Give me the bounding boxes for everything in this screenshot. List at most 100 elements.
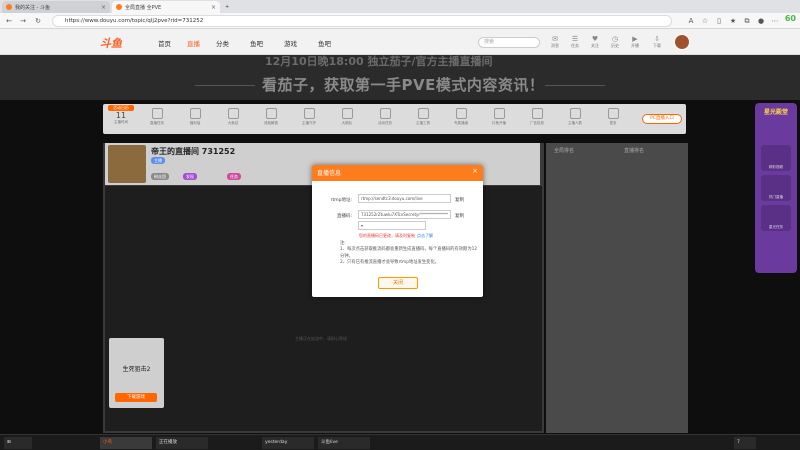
banner-divider [195, 85, 255, 86]
taskbar-item[interactable]: 斗鱼live [318, 437, 370, 449]
nav-yuba[interactable]: 鱼吧 [318, 38, 331, 48]
activity-item[interactable]: 抖鱼开播 [487, 108, 511, 126]
event-banner: 12月10日晚18:00 独立茄子/官方主播直播间 看茄子，获取第一手PVE模式… [0, 55, 800, 100]
download-icon[interactable]: ⇩ 下载 [650, 35, 664, 49]
activity-item[interactable]: 大鹅队 [335, 108, 359, 126]
activity-icon [531, 108, 543, 119]
chat-panel: 全局排名 直播排名 [546, 143, 688, 433]
calendar-box[interactable]: 活动日历 11 主播时间 [106, 104, 136, 134]
nav-live[interactable]: 直播 [187, 38, 200, 48]
room-tag[interactable]: 主播 [151, 157, 165, 164]
more-icon[interactable]: ⋯ [770, 16, 780, 26]
douyu-favicon-icon [116, 4, 122, 10]
activity-icon [151, 108, 163, 119]
taskbar-item[interactable]: 小鸟 [100, 437, 152, 449]
notification-count[interactable]: 7 [734, 437, 756, 449]
close-icon[interactable]: × [472, 167, 478, 175]
room-title: 帝王的直播间 731252 [151, 147, 236, 156]
activity-item[interactable]: 主播人数 [563, 108, 587, 126]
rtmp-label: rtmp地址: [330, 198, 352, 203]
pc-live-button[interactable]: PC直播入口 [642, 114, 682, 124]
warning-text: 您的直播码已更改，请及时复制 [359, 233, 415, 238]
tab-my-follow[interactable]: 我的关注 - 斗鱼 × [2, 1, 110, 13]
back-icon[interactable]: ← [4, 16, 14, 26]
activity-icon [303, 108, 315, 119]
site-header: 斗鱼 首页 直播 分类 鱼吧 游戏 鱼吧 搜索 ✉ 消息 ☰ 任务 ♥ 关注 ◷ 历史 … [0, 29, 800, 55]
forward-icon[interactable]: → [18, 16, 28, 26]
activity-icon [493, 108, 505, 119]
room-tag[interactable]: 任务 [227, 173, 241, 180]
rtmp-address-field[interactable]: rtmp://sendtc3.douyu.com/live [358, 194, 451, 203]
room-tag[interactable]: 发现 [183, 173, 197, 180]
new-tab-button[interactable]: + [221, 1, 235, 13]
douyu-logo[interactable]: 斗鱼 [100, 35, 122, 51]
favorites-bar-icon[interactable]: ★ [728, 16, 738, 26]
nav-games[interactable]: 游戏 [284, 38, 297, 48]
activity-item[interactable]: 福利抽 [183, 108, 207, 126]
douyu-favicon-icon [6, 4, 12, 10]
collections-icon[interactable]: ⧉ [742, 16, 752, 26]
room-tag[interactable]: 粉丝团 [151, 173, 169, 180]
activity-icon [341, 108, 353, 119]
ad-download-button[interactable]: 下载游戏 [115, 393, 157, 402]
activity-item[interactable]: 成就解锁 [259, 108, 283, 126]
tab-active[interactable]: 全局直播 全PVE × [112, 1, 220, 13]
side-promo-panel: 星光殿堂 精彩视频 热门直播 星光任务 [755, 103, 797, 273]
side-title: 星光殿堂 [763, 109, 788, 116]
activity-item[interactable]: 专属通道 [449, 108, 473, 126]
activity-item[interactable]: 主播工具 [411, 108, 435, 126]
read-aloud-icon[interactable]: A [686, 16, 696, 26]
live-info-modal: 直播信息 × rtmp地址: rtmp://sendtc3.douyu.com/… [312, 165, 483, 297]
task-icon[interactable]: ☰ 任务 [568, 35, 582, 49]
tab-label: 我的关注 - 斗鱼 [15, 4, 50, 11]
copy-rtmp-button[interactable]: 复制 [455, 197, 464, 203]
side-item[interactable]: 星光任务 [761, 205, 791, 231]
activity-icon [189, 108, 201, 119]
chat-tab[interactable]: 全局排名 [554, 147, 574, 154]
close-button[interactable]: 关闭 [378, 277, 418, 289]
start-live-icon[interactable]: ▶ 开播 [628, 35, 642, 49]
history-icon[interactable]: ◷ 历史 [608, 35, 622, 49]
ad-title: 生死狙击2 [122, 366, 151, 373]
tab-label: 全局直播 全PVE [125, 4, 162, 11]
key-select[interactable]: ▾ [358, 221, 426, 230]
side-item[interactable]: 热门直播 [761, 175, 791, 201]
browser-toolbar: ← → ↻ https://www.douyu.com/topic/qlj2pv… [0, 13, 800, 29]
follow-icon[interactable]: ♥ 关注 [588, 35, 602, 49]
start-button[interactable]: ⊞ [4, 437, 32, 449]
taskbar-item[interactable]: 正在播放 [156, 437, 208, 449]
activity-item[interactable]: 直播任务 [145, 108, 169, 126]
nav-home[interactable]: 首页 [158, 38, 171, 48]
stream-key-field[interactable]: 731252rZtuwlu7XTcvSecretyr************** [358, 210, 451, 219]
taskbar-item[interactable]: yesterday [262, 437, 314, 449]
chat-tab[interactable]: 直播排名 [624, 147, 644, 154]
game-ad-card[interactable]: 生死狙击2 下载游戏 [109, 338, 164, 408]
message-icon[interactable]: ✉ 消息 [548, 35, 562, 49]
activity-icon [417, 108, 429, 119]
activity-item[interactable]: 主播守护 [297, 108, 321, 126]
side-item[interactable]: 精彩视频 [761, 145, 791, 171]
user-avatar[interactable] [674, 34, 690, 50]
activity-icon [569, 108, 581, 119]
activity-icon [227, 108, 239, 119]
close-tab-icon[interactable]: × [101, 4, 106, 11]
anchor-avatar[interactable] [108, 145, 146, 183]
split-screen-icon[interactable]: ▯ [714, 16, 724, 26]
url-input[interactable]: https://www.douyu.com/topic/qlj2pve?rid=… [52, 15, 672, 27]
copy-key-button[interactable]: 复制 [455, 213, 464, 219]
learn-more-link[interactable]: 点击了解 [417, 233, 433, 239]
search-input[interactable]: 搜索 [478, 37, 540, 48]
activity-item[interactable]: 更多 [601, 108, 625, 126]
nav-category[interactable]: 分类 [216, 38, 229, 48]
activity-icon [455, 108, 467, 119]
activity-icon [265, 108, 277, 119]
performance-score: 60 [784, 14, 796, 23]
activity-item[interactable]: 大鱼站 [221, 108, 245, 126]
nav-fishbar[interactable]: 鱼吧 [250, 38, 263, 48]
profile-icon[interactable]: ● [756, 16, 766, 26]
activity-item[interactable]: 广告投放 [525, 108, 549, 126]
reload-icon[interactable]: ↻ [33, 16, 43, 26]
favorite-icon[interactable]: ☆ [700, 16, 710, 26]
close-tab-icon[interactable]: × [211, 4, 216, 11]
activity-item[interactable]: 活动任务 [373, 108, 397, 126]
